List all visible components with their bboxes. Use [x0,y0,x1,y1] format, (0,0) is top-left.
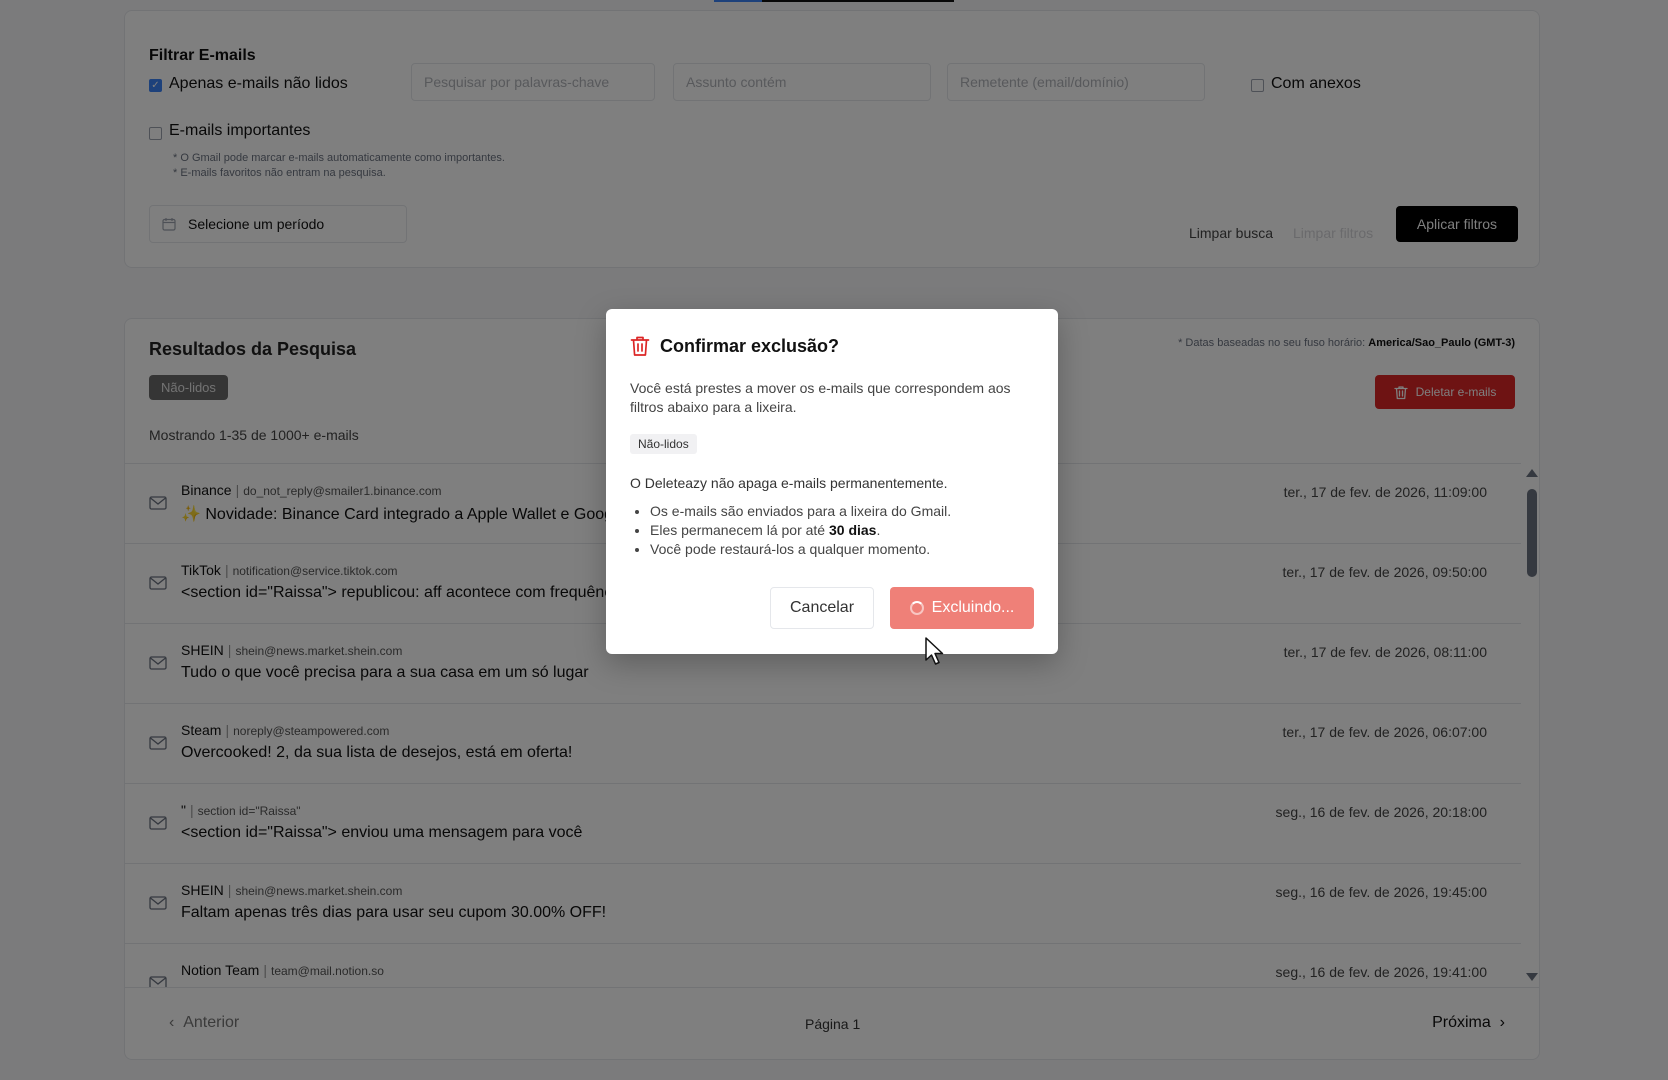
dialog-filter-chip: Não-lidos [630,434,697,454]
confirm-delete-dialog: Confirmar exclusão? Você está prestes a … [606,309,1058,654]
dialog-bullet-item: Os e-mails são enviados para a lixeira d… [650,503,951,519]
cancel-button[interactable]: Cancelar [770,587,874,629]
dialog-bullet-item: Você pode restaurá-los a qualquer moment… [650,541,951,557]
dialog-bullet-item: Eles permanecem lá por até 30 dias. [650,522,951,538]
dialog-description: Você está prestes a mover os e-mails que… [630,380,1011,415]
loading-spinner-icon [909,601,924,615]
dialog-title: Confirmar exclusão? [660,335,840,356]
dialog-bullet-bold: 30 dias [828,522,877,538]
dialog-bullet-text: Eles permanecem lá por até [650,522,826,538]
trash-icon [630,336,650,356]
confirm-delete-label: Excluindo... [931,599,1015,616]
mouse-pointer-icon [925,637,944,665]
dialog-bullet-suffix: . [876,522,881,538]
dialog-header: Confirmar exclusão? [630,335,839,357]
dialog-bullet-list: Os e-mails são enviados para a lixeira d… [650,503,951,560]
dialog-bullet-text: Você pode restaurá-los a qualquer moment… [650,541,931,557]
confirm-delete-button[interactable]: Excluindo... [890,587,1034,629]
dialog-info: O Deleteazy não apaga e-mails permanente… [630,475,948,491]
dialog-bullet-text: Os e-mails são enviados para a lixeira d… [650,503,952,519]
